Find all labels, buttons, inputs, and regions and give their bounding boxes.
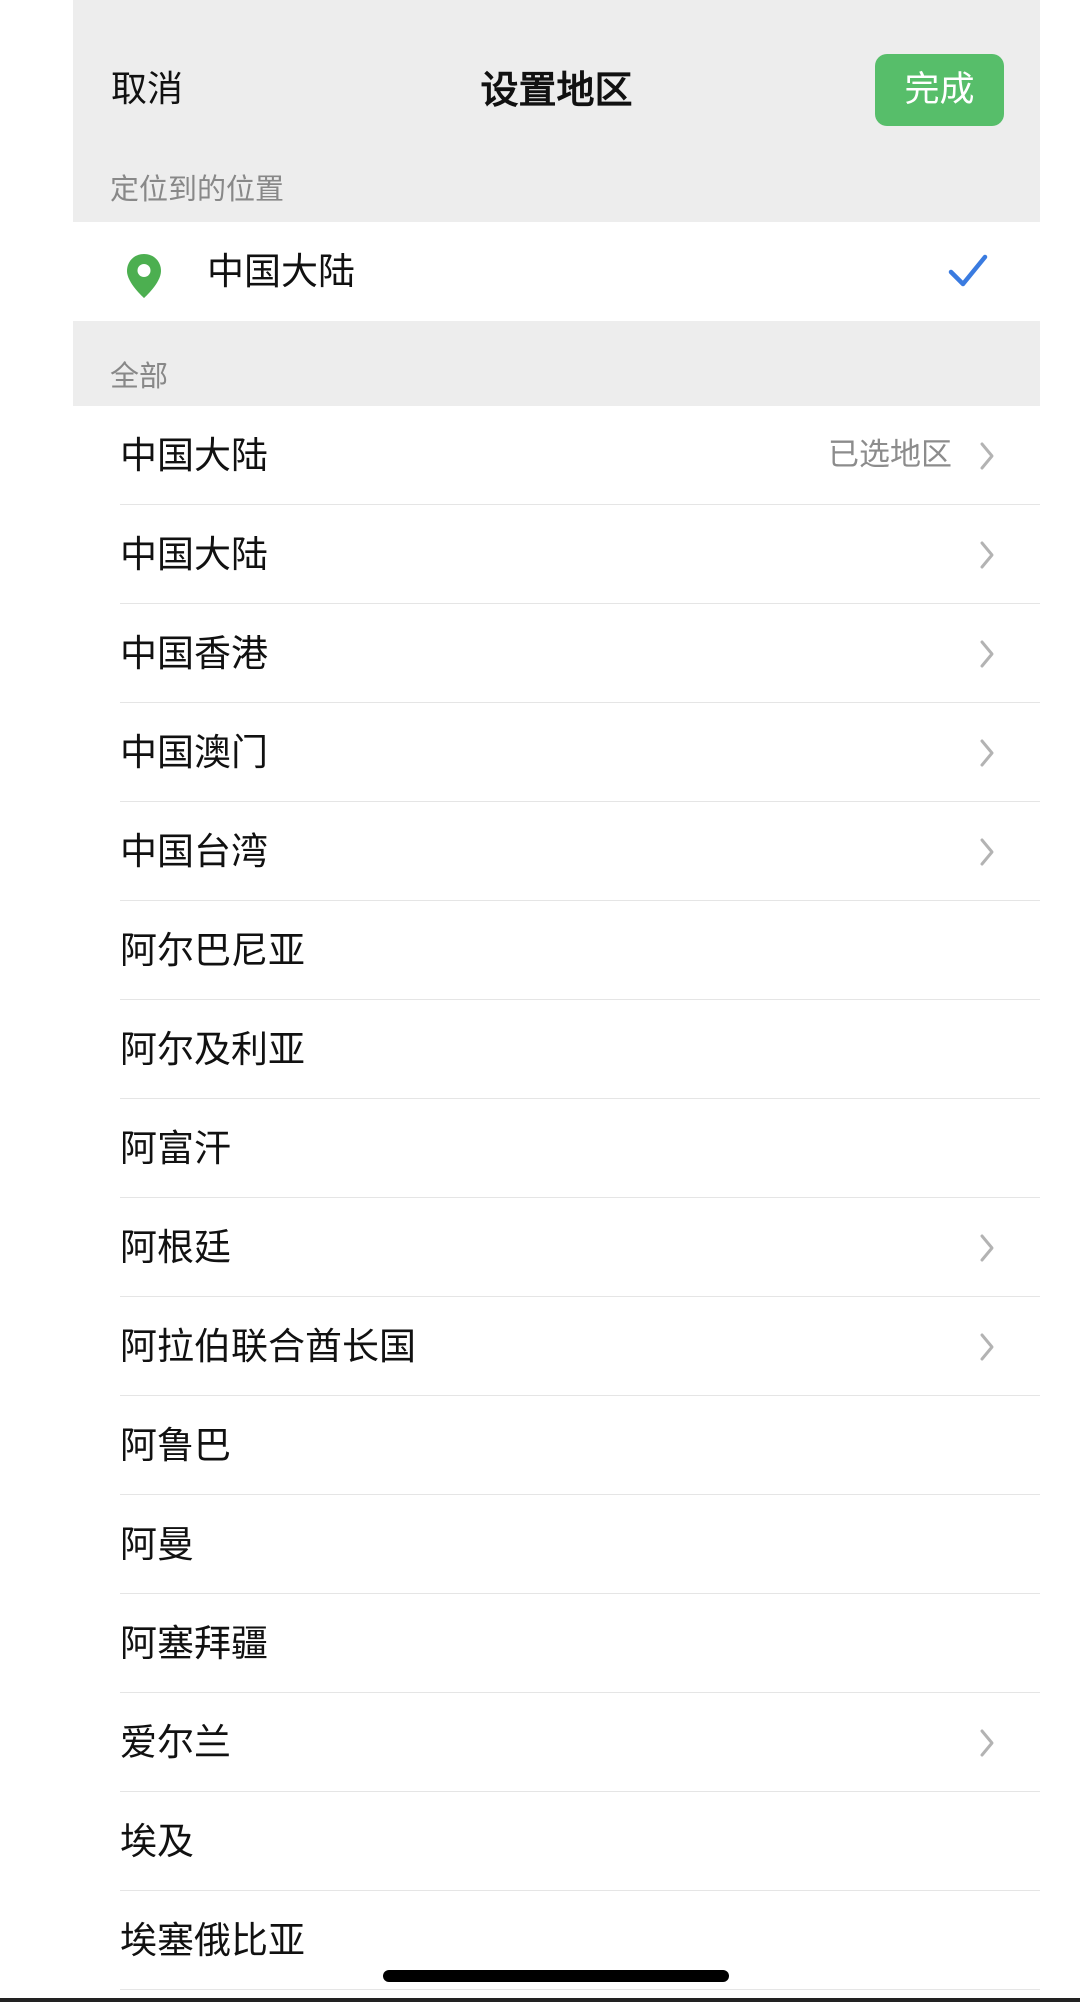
list-item[interactable]: 阿曼 — [120, 1495, 1040, 1594]
region-settings-page: 取消 设置地区 完成 定位到的位置 中国大陆 全部 中国大陆 已选地区 中国大陆 中国… — [73, 0, 1040, 2002]
list-item[interactable]: 阿尔及利亚 — [120, 1000, 1040, 1099]
region-label: 爱尔兰 — [120, 1721, 231, 1764]
list-item[interactable]: 阿尔巴尼亚 — [120, 901, 1040, 1000]
region-label: 阿尔巴尼亚 — [120, 929, 305, 972]
region-label: 阿尔及利亚 — [120, 1028, 305, 1071]
located-section-heading: 定位到的位置 — [73, 156, 1040, 222]
list-item[interactable]: 中国大陆 — [120, 505, 1040, 604]
region-label: 埃及 — [120, 1820, 194, 1863]
list-item[interactable]: 阿塞拜疆 — [120, 1594, 1040, 1693]
located-region-row[interactable]: 中国大陆 — [73, 222, 1040, 321]
region-label: 阿富汗 — [120, 1127, 231, 1170]
location-pin-icon — [127, 254, 161, 298]
region-label: 中国大陆 — [120, 533, 268, 576]
list-item[interactable]: 中国台湾 — [120, 802, 1040, 901]
region-label: 中国香港 — [120, 632, 268, 675]
chevron-right-icon — [980, 640, 994, 668]
chevron-right-icon — [980, 838, 994, 866]
region-label: 埃塞俄比亚 — [120, 1919, 305, 1962]
home-indicator — [383, 1970, 729, 1982]
list-item[interactable]: 爱尔兰 — [120, 1693, 1040, 1792]
list-item[interactable]: 阿根廷 — [120, 1198, 1040, 1297]
chevron-right-icon — [980, 1234, 994, 1262]
region-label: 阿鲁巴 — [120, 1424, 231, 1467]
list-item[interactable]: 阿鲁巴 — [120, 1396, 1040, 1495]
region-label: 阿塞拜疆 — [120, 1622, 268, 1665]
region-label: 中国台湾 — [120, 830, 268, 873]
chevron-right-icon — [980, 1333, 994, 1361]
chevron-right-icon — [980, 442, 994, 470]
region-label: 阿根廷 — [120, 1226, 231, 1269]
done-button[interactable]: 完成 — [875, 54, 1004, 126]
region-label: 阿曼 — [120, 1523, 194, 1566]
region-label: 中国大陆 — [120, 434, 268, 477]
list-item[interactable]: 埃及 — [120, 1792, 1040, 1891]
selected-region-tag: 已选地区 — [828, 437, 952, 473]
list-item[interactable]: 中国澳门 — [120, 703, 1040, 802]
nav-header: 取消 设置地区 完成 — [73, 0, 1040, 160]
list-item[interactable]: 中国香港 — [120, 604, 1040, 703]
list-item[interactable]: 中国大陆 已选地区 — [120, 406, 1040, 505]
screen-bottom-edge — [0, 1998, 1080, 2002]
chevron-right-icon — [980, 541, 994, 569]
list-item[interactable]: 阿富汗 — [120, 1099, 1040, 1198]
list-item[interactable]: 阿拉伯联合酋长国 — [120, 1297, 1040, 1396]
region-list: 中国大陆 已选地区 中国大陆 中国香港 中国澳门 中国台湾 阿尔巴尼亚 阿尔及利亚 阿富汗 阿根廷… — [73, 406, 1040, 1990]
region-label: 中国澳门 — [120, 731, 268, 774]
checkmark-icon — [948, 254, 988, 287]
located-region-label: 中国大陆 — [207, 250, 355, 293]
region-label: 阿拉伯联合酋长国 — [120, 1325, 416, 1368]
chevron-right-icon — [980, 739, 994, 767]
all-section-heading: 全部 — [73, 321, 1040, 406]
chevron-right-icon — [980, 1729, 994, 1757]
